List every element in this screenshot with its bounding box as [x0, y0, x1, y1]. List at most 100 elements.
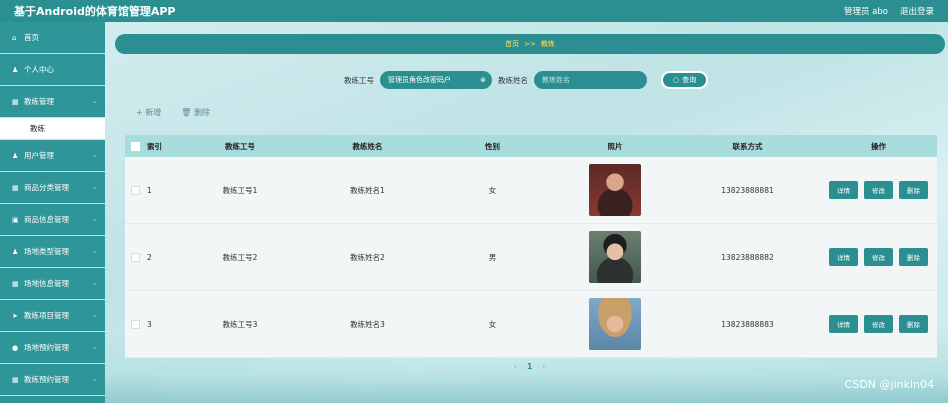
sidebar: ⌂ 首页 ♟ 个人中心 ▦ 教练管理 ⌄ 教练 ♟ 用户管理 ⌄ ▦ 商品分类管… — [0, 22, 105, 403]
select-all-checkbox[interactable] — [130, 141, 140, 151]
edit-button[interactable]: 修改 — [864, 181, 893, 199]
row-index: 2 — [147, 252, 152, 262]
detail-button[interactable]: 详情 — [829, 181, 858, 199]
pagination: ‹ 1 › — [514, 362, 545, 371]
current-user: 管理员 abo — [843, 7, 888, 17]
sidebar-item-label: 个人中心 — [24, 65, 54, 74]
users-icon: ♟ — [12, 151, 19, 160]
row-coach-name: 教练姓名3 — [350, 319, 385, 329]
send-icon: ➤ — [12, 311, 18, 320]
delete-button[interactable]: 🗑 删除 — [181, 107, 210, 118]
sidebar-item-product-category[interactable]: ▦ 商品分类管理 ⌄ — [0, 172, 105, 204]
sidebar-item-coach-booking[interactable]: ▦ 教练预约管理 ⌄ — [0, 364, 105, 396]
box-icon: ▣ — [12, 215, 19, 224]
sidebar-item-product-info[interactable]: ▣ 商品信息管理 ⌄ — [0, 204, 105, 236]
table-row: 2 教练工号2 教练姓名2 男 13823888882 详情 修改 删除 — [125, 224, 937, 291]
sidebar-item-profile[interactable]: ♟ 个人中心 — [0, 54, 105, 86]
chevron-down-icon: ⌄ — [91, 376, 97, 383]
row-coach-id: 教练工号3 — [222, 319, 258, 329]
user-icon: ♟ — [12, 65, 19, 74]
row-phone: 13823888883 — [721, 319, 774, 329]
sidebar-item-venue-info[interactable]: ▦ 场地信息管理 ⌄ — [0, 268, 105, 300]
row-checkbox[interactable] — [130, 252, 140, 262]
top-bar: 基于Android的体育馆管理APP 管理员 abo 退出登录 — [0, 0, 948, 22]
sidebar-item-venue-booking[interactable]: ● 场地预约管理 ⌄ — [0, 332, 105, 364]
grid-icon: ▦ — [12, 279, 19, 288]
clear-icon[interactable]: ⊗ — [480, 76, 486, 84]
edit-button[interactable]: 修改 — [864, 248, 893, 266]
breadcrumb-separator: >> — [524, 40, 536, 48]
grid-icon: ▦ — [12, 183, 19, 192]
current-page[interactable]: 1 — [527, 362, 532, 371]
sidebar-item-coach[interactable]: ▦ 教练管理 ⌄ — [0, 86, 105, 118]
coach-photo — [589, 298, 641, 350]
breadcrumb: 首页 >> 教练 — [115, 34, 945, 54]
sidebar-item-label: 教练项目管理 — [24, 311, 69, 320]
grid-icon: ▦ — [12, 97, 19, 106]
app-title: 基于Android的体育馆管理APP — [14, 5, 176, 18]
coach-name-label: 教练姓名 — [498, 75, 528, 85]
sidebar-item-label: 场地类型管理 — [24, 247, 69, 256]
row-checkbox[interactable] — [130, 319, 140, 329]
chevron-down-icon: ⌄ — [91, 344, 97, 351]
detail-button[interactable]: 详情 — [829, 248, 858, 266]
coach-id-input[interactable]: 管理员角色改密码户 ⊗ — [380, 71, 492, 89]
sidebar-item-home[interactable]: ⌂ 首页 — [0, 22, 105, 54]
coach-name-placeholder: 教练姓名 — [542, 76, 570, 84]
row-index: 3 — [147, 319, 152, 329]
grid-icon: ▦ — [12, 375, 19, 384]
header-index: 索引 — [147, 141, 162, 151]
row-delete-button[interactable]: 删除 — [899, 315, 928, 333]
sidebar-item-label: 商品信息管理 — [24, 215, 69, 224]
header-phone: 联系方式 — [732, 141, 763, 151]
toolbar: + 新增 🗑 删除 — [136, 107, 210, 118]
row-coach-name: 教练姓名2 — [350, 252, 385, 262]
coach-table: 索引 教练工号 教练姓名 性别 照片 联系方式 操作 1 教练工号1 教练姓名1… — [125, 135, 937, 358]
search-button-label: 查询 — [682, 76, 697, 84]
breadcrumb-current: 教练 — [540, 40, 555, 48]
row-phone: 13823888881 — [721, 185, 774, 195]
logout-link[interactable]: 退出登录 — [900, 5, 934, 17]
sidebar-item-venue-type[interactable]: ♟ 场地类型管理 ⌄ — [0, 236, 105, 268]
chevron-down-icon: ⌄ — [91, 312, 97, 319]
detail-button[interactable]: 详情 — [829, 315, 858, 333]
trash-icon: 🗑 — [181, 108, 194, 117]
sidebar-subitem-coach[interactable]: 教练 — [0, 118, 105, 140]
table-header: 索引 教练工号 教练姓名 性别 照片 联系方式 操作 — [125, 135, 937, 157]
search-icon: ○ — [673, 76, 680, 84]
add-button[interactable]: + 新增 — [136, 107, 161, 118]
chevron-down-icon: ⌄ — [91, 152, 97, 159]
watermark: CSDN @jinkin04 — [844, 378, 934, 391]
delete-button-label: 删除 — [193, 108, 210, 117]
header-actions: 操作 — [871, 141, 886, 151]
chevron-down-icon: ⌄ — [91, 184, 97, 191]
row-checkbox[interactable] — [130, 185, 140, 195]
sidebar-item-label: 场地预约管理 — [24, 343, 69, 352]
user-icon: ♟ — [12, 247, 19, 256]
next-page-button[interactable]: › — [542, 362, 545, 371]
sidebar-item-coach-project[interactable]: ➤ 教练项目管理 ⌄ — [0, 300, 105, 332]
sidebar-item-users[interactable]: ♟ 用户管理 ⌄ — [0, 140, 105, 172]
row-gender: 女 — [488, 319, 497, 329]
sidebar-item-label: 场地信息管理 — [24, 279, 69, 288]
table-row: 1 教练工号1 教练姓名1 女 13823888881 详情 修改 删除 — [125, 157, 937, 224]
coach-id-input-value: 管理员角色改密码户 — [388, 76, 451, 84]
row-delete-button[interactable]: 删除 — [899, 181, 928, 199]
breadcrumb-home[interactable]: 首页 — [505, 39, 519, 49]
header-coach-name: 教练姓名 — [352, 141, 383, 151]
edit-button[interactable]: 修改 — [864, 315, 893, 333]
sidebar-item-label: 首页 — [24, 33, 39, 42]
coach-name-input[interactable]: 教练姓名 — [534, 71, 647, 89]
pin-icon: ● — [12, 343, 19, 352]
coach-photo — [589, 231, 641, 283]
home-icon: ⌂ — [12, 33, 17, 42]
search-button[interactable]: ○ 查询 — [661, 71, 709, 89]
row-coach-name: 教练姓名1 — [350, 185, 385, 195]
header-coach-id: 教练工号 — [225, 141, 255, 151]
chevron-down-icon: ⌄ — [91, 248, 97, 255]
sidebar-item-label: 用户管理 — [24, 151, 54, 160]
row-delete-button[interactable]: 删除 — [899, 248, 928, 266]
header-photo: 照片 — [607, 141, 623, 151]
prev-page-button[interactable]: ‹ — [514, 362, 517, 371]
sidebar-item-label: 商品分类管理 — [24, 183, 69, 192]
